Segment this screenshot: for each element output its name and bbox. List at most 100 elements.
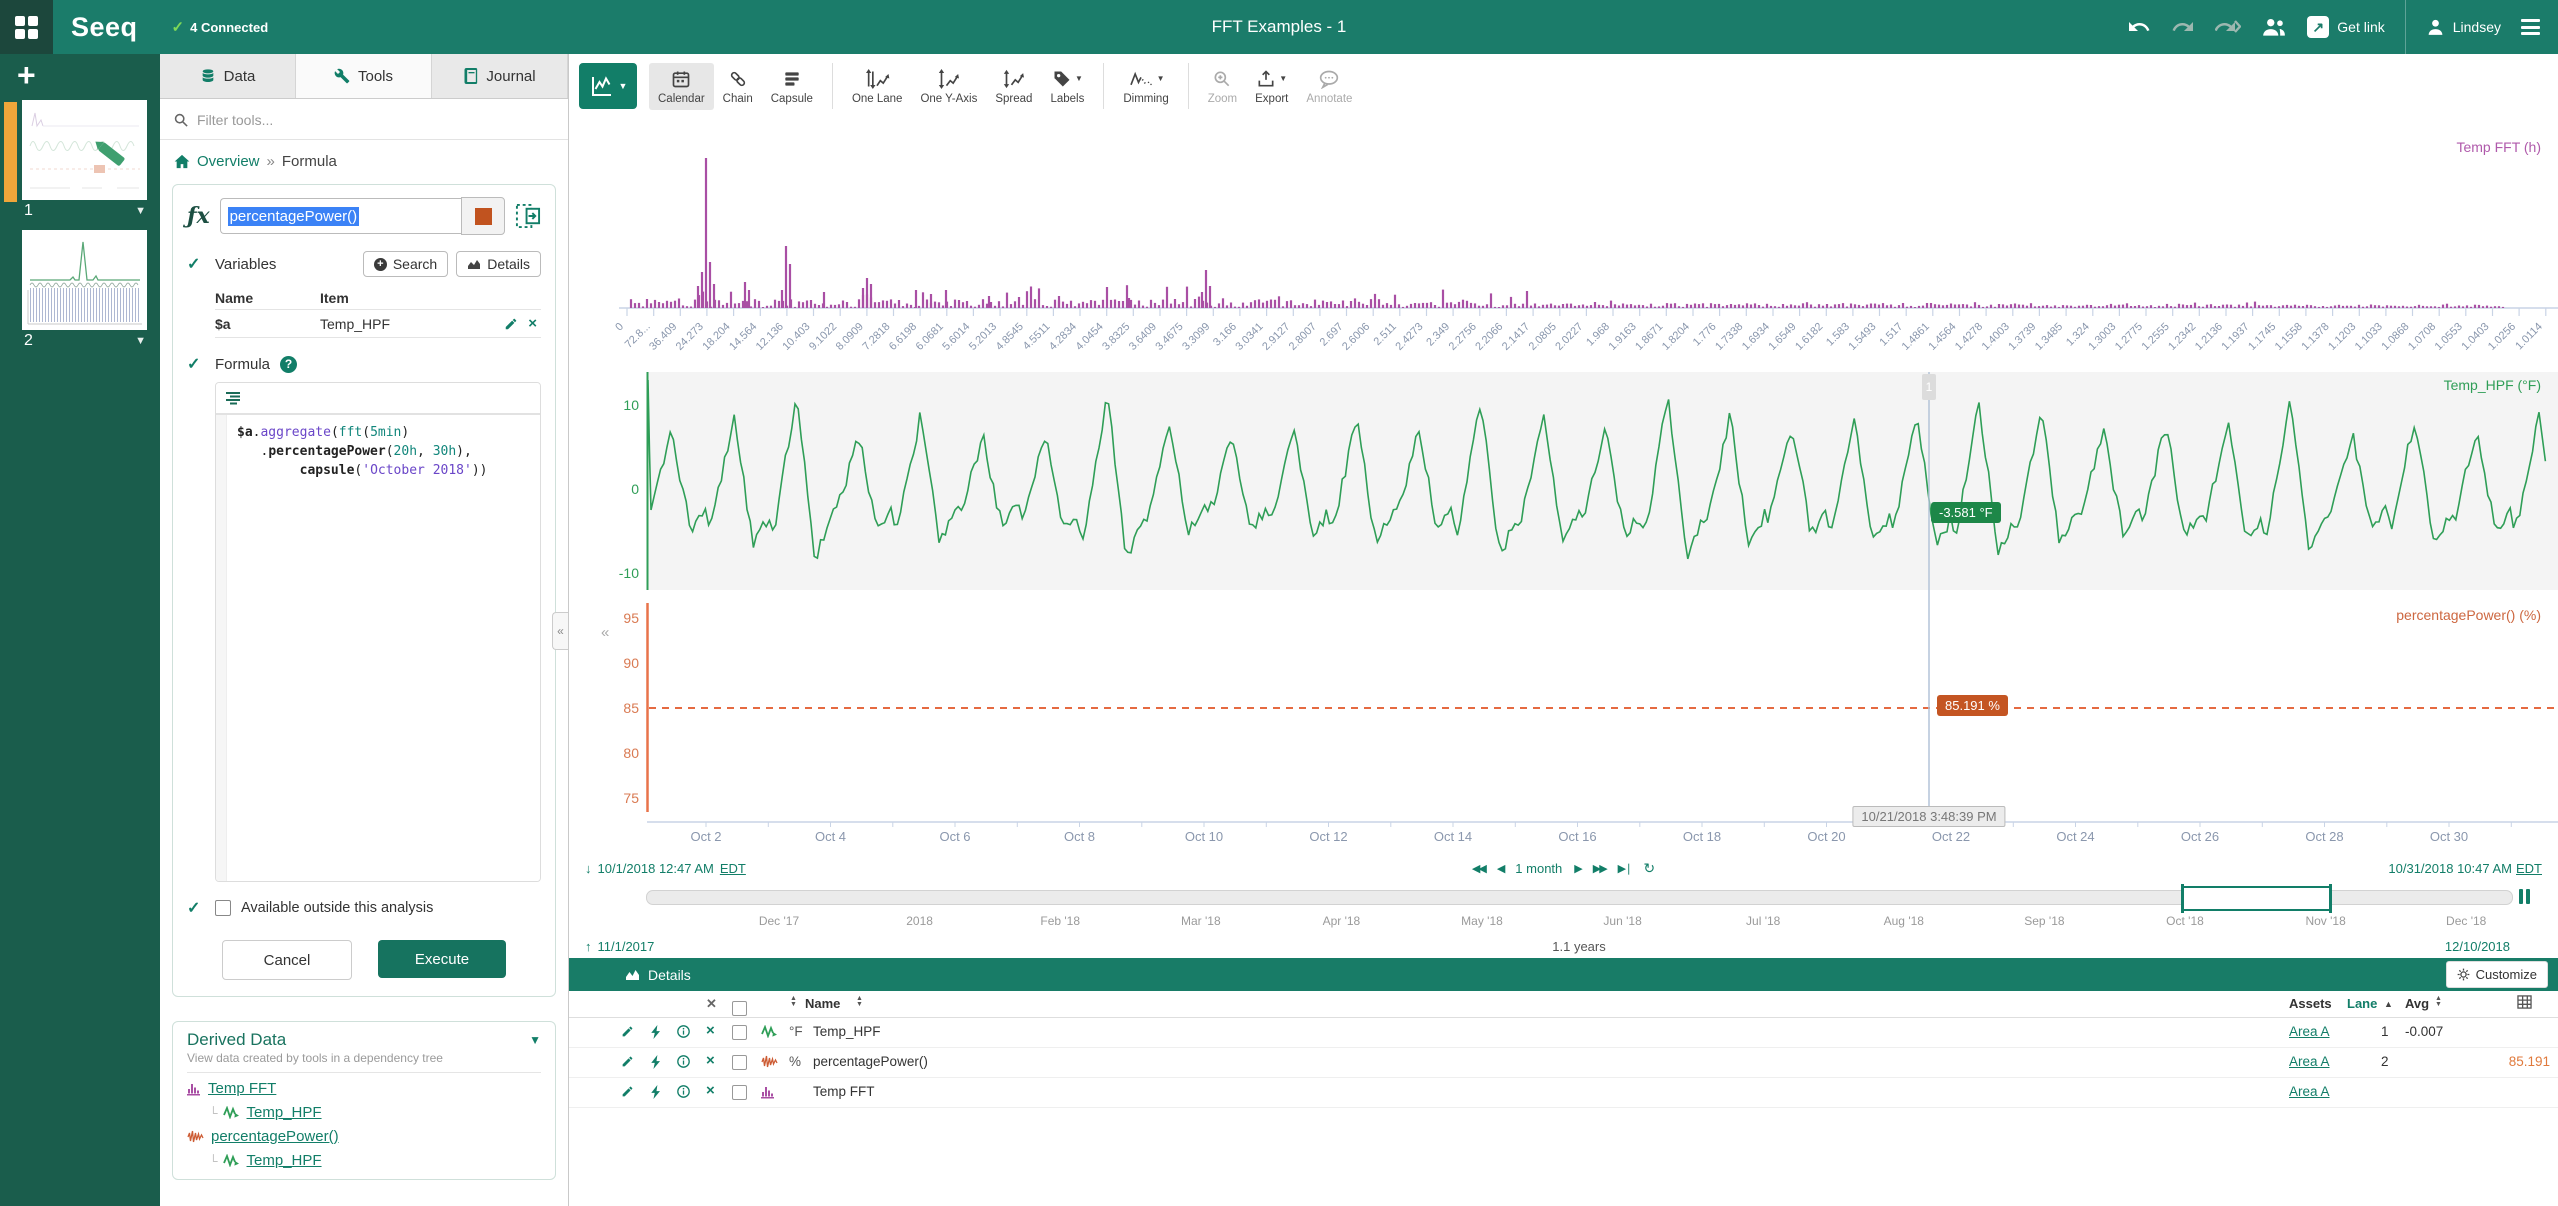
toolbar-labels-button[interactable]: ▼ Labels xyxy=(1041,63,1093,110)
step-forward-button[interactable]: ▶ xyxy=(1574,862,1583,875)
display-mode-button[interactable]: ▼ xyxy=(579,63,637,109)
derived-item-link[interactable]: Temp_HPF xyxy=(247,1152,322,1169)
edit-pencil-icon[interactable] xyxy=(621,1055,634,1068)
tab-data[interactable]: Data xyxy=(160,54,296,98)
toolbar-capsule-button[interactable]: Capsule xyxy=(762,63,822,110)
format-lines-icon[interactable] xyxy=(225,391,241,405)
derived-item-link[interactable]: Temp FFT xyxy=(208,1080,276,1097)
column-header-name[interactable]: Name xyxy=(805,996,840,1011)
undo-button[interactable] xyxy=(2127,15,2151,39)
export-table-icon[interactable] xyxy=(2517,995,2532,1012)
asset-link[interactable]: Area A xyxy=(2289,1024,2330,1039)
worksheet-thumbnail-2[interactable] xyxy=(22,230,147,330)
row-checkbox[interactable] xyxy=(732,1085,747,1100)
investigate-start-link[interactable]: 11/1/2017 xyxy=(598,939,655,954)
toolbar-dimming-button[interactable]: ▼ Dimming xyxy=(1114,63,1177,110)
month-label: Mar '18 xyxy=(1180,914,1221,928)
remove-variable-icon[interactable]: × xyxy=(528,315,537,332)
step-back-button[interactable]: ◀ xyxy=(1497,862,1506,875)
move-to-journal-icon[interactable] xyxy=(515,203,541,229)
info-icon[interactable] xyxy=(677,1025,690,1038)
range-start-link[interactable]: 10/1/2018 12:47 AM xyxy=(598,861,714,876)
toolbar-chain-button[interactable]: Chain xyxy=(714,63,762,110)
svg-text:4.8545: 4.8545 xyxy=(994,321,1026,353)
info-icon[interactable] xyxy=(677,1085,690,1098)
remove-icon[interactable]: × xyxy=(706,1052,715,1069)
timeline-resize-icon[interactable] xyxy=(2519,889,2530,904)
month-label: Jul '18 xyxy=(1746,914,1781,928)
collapse-panel-handle[interactable]: « xyxy=(552,612,568,650)
toolbar-spread-button[interactable]: Spread xyxy=(986,63,1041,110)
trend-chart-area[interactable]: 0 72.8... 36.409 24.273 18.204 14.564 12.136 10… xyxy=(569,118,2558,854)
formula-editor[interactable]: $a.aggregate(fft(5min) .percentagePower(… xyxy=(215,382,541,882)
refresh-icon[interactable]: ↻ xyxy=(1643,860,1655,877)
edit-pencil-icon[interactable] xyxy=(504,317,518,331)
sort-icon[interactable]: ▲ ▼ xyxy=(856,995,863,1008)
bolt-icon[interactable] xyxy=(651,1085,662,1099)
toolbar-export-button[interactable]: ▼ Export xyxy=(1246,63,1297,110)
timeline-selection-window[interactable] xyxy=(2181,884,2332,913)
asset-link[interactable]: Area A xyxy=(2289,1054,2330,1069)
connection-status[interactable]: ✓ 4 Connected xyxy=(172,18,269,36)
hamburger-menu[interactable] xyxy=(2521,16,2540,39)
range-end-link[interactable]: 10/31/2018 10:47 AM xyxy=(2388,861,2512,876)
breadcrumb-overview-link[interactable]: Overview xyxy=(197,153,260,170)
step-forward-fast-button[interactable]: ▶▶ xyxy=(1593,862,1608,875)
column-header-assets[interactable]: Assets xyxy=(2289,996,2332,1011)
toolbar-one-y-axis-button[interactable]: One Y-Axis xyxy=(911,63,986,110)
filter-tools-input[interactable]: Filter tools... xyxy=(160,99,568,140)
toolbar-one-lane-button[interactable]: One Lane xyxy=(843,63,912,110)
formula-code[interactable]: $a.aggregate(fft(5min) .percentagePower(… xyxy=(227,415,497,881)
step-back-fast-button[interactable]: ◀◀ xyxy=(1472,862,1487,875)
edit-pencil-icon[interactable] xyxy=(621,1085,634,1098)
duration-link[interactable]: 1 month xyxy=(1515,861,1562,876)
customize-button[interactable]: Customize xyxy=(2445,961,2548,988)
range-start-timezone[interactable]: EDT xyxy=(720,861,746,876)
bolt-icon[interactable] xyxy=(651,1055,662,1069)
asset-link[interactable]: Area A xyxy=(2289,1084,2330,1099)
item-name[interactable]: percentagePower() xyxy=(813,1054,928,1069)
collaborators-button[interactable] xyxy=(2261,17,2287,37)
tab-journal[interactable]: Journal xyxy=(432,54,568,98)
timeline-scrubber[interactable] xyxy=(569,882,2558,913)
derived-item-link[interactable]: percentagePower() xyxy=(211,1128,339,1145)
get-link-button[interactable]: ↗ Get link xyxy=(2307,16,2385,38)
toolbar-calendar-button[interactable]: Calendar xyxy=(649,62,714,110)
bolt-icon[interactable] xyxy=(651,1025,662,1039)
range-end-timezone[interactable]: EDT xyxy=(2516,861,2542,876)
column-header-avg[interactable]: Avg xyxy=(2405,996,2429,1011)
chevron-down-icon[interactable]: ▼ xyxy=(135,205,146,217)
sort-icon[interactable]: ▲ ▼ xyxy=(790,995,797,1008)
collapse-axis-handle[interactable]: « xyxy=(601,624,609,641)
remove-icon[interactable]: × xyxy=(706,1082,715,1099)
execute-button[interactable]: Execute xyxy=(378,940,506,978)
investigate-end-link[interactable]: 12/10/2018 xyxy=(2445,939,2510,954)
derived-item-link[interactable]: Temp_HPF xyxy=(247,1104,322,1121)
edit-pencil-icon[interactable] xyxy=(621,1025,634,1038)
variable-details-button[interactable]: Details xyxy=(456,251,541,277)
row-checkbox[interactable] xyxy=(732,1025,747,1040)
cancel-button[interactable]: Cancel xyxy=(222,940,352,980)
item-name[interactable]: Temp_HPF xyxy=(813,1024,881,1039)
chevron-down-icon[interactable]: ▼ xyxy=(529,1033,541,1047)
derived-item: Temp FFT xyxy=(187,1080,541,1097)
color-swatch-button[interactable] xyxy=(461,197,505,235)
formula-name-input[interactable]: percentagePower() xyxy=(219,198,461,234)
add-worksheet-button[interactable]: + xyxy=(17,58,160,92)
remove-icon[interactable]: × xyxy=(706,1022,715,1039)
app-grid-button[interactable] xyxy=(0,0,53,54)
item-name[interactable]: Temp FFT xyxy=(813,1084,875,1099)
chevron-down-icon[interactable]: ▼ xyxy=(135,335,146,347)
tab-tools[interactable]: Tools xyxy=(296,54,432,98)
step-to-end-button[interactable]: ▶❘ xyxy=(1618,862,1634,875)
available-outside-checkbox[interactable] xyxy=(215,900,231,916)
info-icon[interactable] xyxy=(677,1055,690,1068)
column-header-lane[interactable]: Lane xyxy=(2347,996,2377,1011)
sort-icon[interactable]: ▲ ▼ xyxy=(2435,995,2442,1008)
variable-search-button[interactable]: + Search xyxy=(362,251,449,277)
row-checkbox[interactable] xyxy=(732,1055,747,1070)
remove-all-icon[interactable]: ✕ xyxy=(706,996,717,1012)
worksheet-thumbnail-1[interactable] xyxy=(22,100,147,200)
help-icon[interactable]: ? xyxy=(280,355,298,373)
user-menu[interactable]: Lindsey xyxy=(2426,18,2501,37)
